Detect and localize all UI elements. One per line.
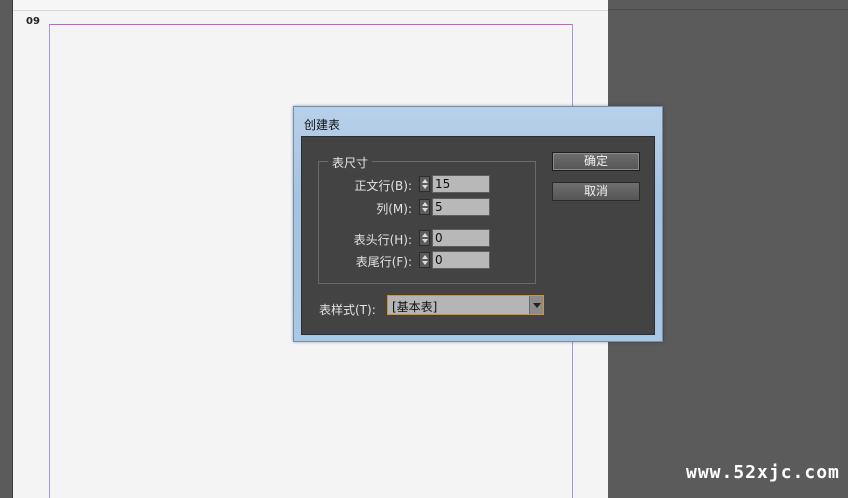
dialog-body: 表尺寸 正文行(B): 15 列(M): 5 表头行(H): 0 表尾行(F):… — [301, 136, 655, 335]
stepper-up-icon[interactable] — [422, 255, 428, 259]
body-rows-stepper[interactable] — [419, 176, 430, 192]
top-margin-guide — [49, 24, 573, 25]
columns-label: 列(M): — [376, 202, 412, 216]
ok-button[interactable]: 确定 — [552, 152, 640, 171]
columns-stepper[interactable] — [419, 199, 430, 215]
header-rows-stepper[interactable] — [419, 230, 430, 246]
body-rows-label: 正文行(B): — [354, 179, 412, 193]
table-style-value: [基本表] — [392, 300, 438, 314]
stepper-down-icon[interactable] — [422, 261, 428, 265]
page-number: 09 — [26, 16, 40, 27]
header-rows-input[interactable]: 0 — [432, 229, 490, 247]
dialog-title: 创建表 — [304, 118, 341, 132]
pasteboard-divider — [608, 9, 848, 10]
table-style-select[interactable]: [基本表] — [387, 295, 544, 315]
table-dimensions-label: 表尺寸 — [328, 154, 373, 171]
footer-rows-label: 表尾行(F): — [355, 255, 412, 269]
left-margin-guide — [49, 24, 50, 498]
body-rows-input[interactable]: 15 — [432, 175, 490, 193]
footer-rows-input[interactable]: 0 — [432, 251, 490, 269]
table-style-label: 表样式(T): — [319, 303, 376, 317]
pasteboard-left — [0, 0, 12, 498]
create-table-dialog: 创建表 表尺寸 正文行(B): 15 列(M): 5 表头行(H): 0 表尾行… — [293, 106, 663, 342]
stepper-down-icon[interactable] — [422, 185, 428, 189]
page-top-strip — [13, 0, 609, 11]
columns-input[interactable]: 5 — [432, 198, 490, 216]
stepper-down-icon[interactable] — [422, 208, 428, 212]
stepper-up-icon[interactable] — [422, 179, 428, 183]
stepper-down-icon[interactable] — [422, 239, 428, 243]
watermark-text: www.52xjc.com — [686, 462, 840, 483]
header-rows-label: 表头行(H): — [353, 233, 412, 247]
chevron-down-icon[interactable] — [529, 296, 543, 314]
stepper-up-icon[interactable] — [422, 202, 428, 206]
stepper-up-icon[interactable] — [422, 233, 428, 237]
footer-rows-stepper[interactable] — [419, 252, 430, 268]
cancel-button[interactable]: 取消 — [552, 182, 640, 201]
